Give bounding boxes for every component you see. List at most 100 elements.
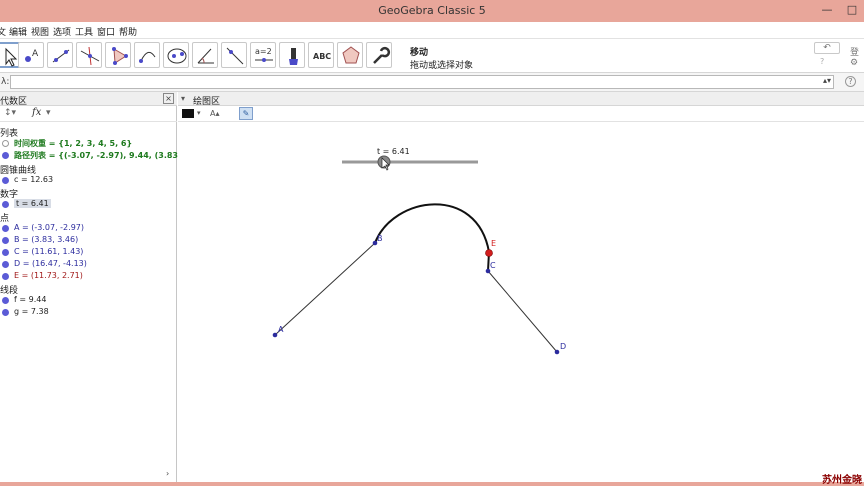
visibility-toggle-icon[interactable]	[2, 140, 9, 147]
segment-g-text: g = 7.38	[14, 307, 49, 316]
visibility-toggle-icon[interactable]	[2, 152, 9, 159]
point-e-label: E	[491, 239, 496, 248]
visibility-toggle-icon[interactable]	[2, 201, 9, 208]
visibility-toggle-icon[interactable]	[2, 297, 9, 304]
point-e[interactable]	[485, 249, 493, 257]
list-item[interactable]: C = (11.61, 1.43)	[0, 247, 177, 259]
collapse-icon[interactable]: ▾	[181, 94, 185, 103]
color-swatch[interactable]	[182, 109, 194, 118]
maximize-button[interactable]: □	[840, 0, 864, 20]
point-icon: A	[25, 49, 39, 62]
drawing-canvas[interactable]: t = 6.41 A B C D E	[178, 122, 864, 480]
minimize-button[interactable]: —	[815, 0, 839, 20]
menu-view[interactable]: 视图	[31, 25, 49, 38]
circle-arc-tool[interactable]	[134, 42, 160, 68]
list-item[interactable]: f = 9.44	[0, 295, 177, 307]
slider-tool[interactable]: a=2	[250, 42, 276, 68]
list-item[interactable]: t = 6.41	[0, 199, 177, 211]
input-label: λ:	[1, 77, 10, 87]
angle-tool[interactable]	[192, 42, 218, 68]
slider-icon: a=2	[255, 47, 273, 62]
reflect-icon	[226, 47, 244, 65]
perpendicular-tool[interactable]	[76, 42, 102, 68]
line-icon	[52, 49, 70, 63]
input-bar: λ: ▴▾ ?	[0, 73, 864, 92]
tool-name: 移动	[410, 48, 429, 58]
visibility-toggle-icon[interactable]	[2, 273, 9, 280]
login-label[interactable]: 登	[850, 45, 859, 58]
tool-help-text: 拖动或选择对象	[410, 61, 474, 71]
circle-tool[interactable]	[163, 42, 189, 68]
point-a[interactable]	[272, 332, 278, 338]
text-tool[interactable]: ABC	[308, 42, 334, 68]
segment-g[interactable]	[487, 270, 558, 353]
chevron-right-icon[interactable]: ›	[166, 469, 169, 478]
chevron-down-icon[interactable]: ▾	[46, 108, 51, 118]
point-a-text: A = (-3.07, -2.97)	[14, 223, 84, 232]
list-item[interactable]: g = 7.38	[0, 307, 177, 319]
input-dropdown-icon[interactable]: ▴▾	[823, 76, 831, 85]
chevron-down-icon[interactable]: ▾	[197, 109, 201, 117]
move-graphics-tool[interactable]	[279, 42, 305, 68]
algebra-style-bar: ↕▾ fx ▾	[0, 106, 177, 122]
menu-options[interactable]: 选项	[53, 25, 71, 38]
number-t-text: t = 6.41	[14, 199, 51, 208]
menu-file-edge[interactable]: 文	[0, 25, 6, 38]
move-tool[interactable]	[0, 42, 20, 68]
sort-icon[interactable]: ↕▾	[4, 108, 16, 118]
algebra-view: 代数区 × ↕▾ fx ▾ 列表 时间权重 = {1, 2, 3, 4, 5, …	[0, 92, 210, 482]
list-item[interactable]: A = (-3.07, -2.97)	[0, 223, 177, 235]
point-c-label: C	[490, 261, 496, 270]
visibility-toggle-icon[interactable]	[2, 237, 9, 244]
pin-icon[interactable]: ✎	[239, 107, 253, 120]
point-c-text: C = (11.61, 1.43)	[14, 247, 84, 256]
fx-button[interactable]: fx	[32, 107, 41, 118]
visibility-toggle-icon[interactable]	[2, 225, 9, 232]
polygon-tool[interactable]	[105, 42, 131, 68]
graphics-header: ▾ 绘图区	[178, 92, 864, 107]
list-item[interactable]: 时间权重 = {1, 2, 3, 4, 5, 6}	[0, 138, 177, 150]
visibility-toggle-icon[interactable]	[2, 309, 9, 316]
watermark-text: 苏州金晓	[822, 475, 862, 486]
menu-edit[interactable]: 编辑	[9, 25, 27, 38]
conic-c-text: c = 12.63	[14, 175, 54, 184]
polygon-icon	[112, 47, 128, 65]
undo-button[interactable]: ↶	[814, 42, 840, 54]
arc-icon	[139, 51, 156, 63]
menu-window[interactable]: 窗口	[97, 25, 115, 38]
menu-bar: 文 编辑 视图 选项 工具 窗口 帮助	[0, 22, 864, 39]
toolbar: A a=2 ABC 移动 拖动或选择对象 ↶ ? 登 ⚙	[0, 39, 864, 73]
input-help-icon[interactable]: ?	[845, 76, 856, 87]
horizontal-scrollbar[interactable]: ›	[0, 469, 177, 479]
point-d[interactable]	[554, 349, 560, 355]
gear-icon[interactable]: ⚙	[850, 58, 858, 68]
reflect-tool[interactable]	[221, 42, 247, 68]
perpendicular-icon	[80, 46, 100, 66]
line-tool[interactable]	[47, 42, 73, 68]
segment-f[interactable]	[274, 242, 376, 336]
text-tool-label: ABC	[313, 52, 331, 61]
arc-c[interactable]	[374, 203, 491, 272]
title-bar: GeoGebra Classic 5 — □	[0, 0, 864, 22]
point-b-text: B = (3.83, 3.46)	[14, 235, 79, 244]
label-style-button[interactable]: A▴	[210, 109, 220, 118]
list-item[interactable]: c = 12.63	[0, 175, 177, 187]
visibility-toggle-icon[interactable]	[2, 261, 9, 268]
menu-tools[interactable]: 工具	[75, 25, 93, 38]
close-icon[interactable]: ×	[163, 93, 174, 104]
list-item[interactable]: E = (11.73, 2.71)	[0, 271, 177, 283]
visibility-toggle-icon[interactable]	[2, 249, 9, 256]
settings-tool[interactable]	[366, 42, 392, 68]
list-item[interactable]: D = (16.47, -4.13)	[0, 259, 177, 271]
list-item[interactable]: 路径列表 = {(-3.07, -2.97), 9.44, (3.83, 3.4…	[0, 150, 210, 162]
visibility-toggle-icon[interactable]	[2, 177, 9, 184]
svg-text:A: A	[32, 49, 39, 59]
toolbar-help-icon[interactable]: ?	[820, 57, 824, 66]
point-tool[interactable]: A	[18, 42, 44, 68]
input-field[interactable]	[10, 75, 834, 89]
regular-polygon-tool[interactable]	[337, 42, 363, 68]
list-weights-text: 时间权重 = {1, 2, 3, 4, 5, 6}	[14, 139, 133, 148]
graphics-style-bar: ▾ A▴ ✎	[178, 106, 864, 122]
menu-help[interactable]: 帮助	[119, 25, 137, 38]
list-item[interactable]: B = (3.83, 3.46)	[0, 235, 177, 247]
